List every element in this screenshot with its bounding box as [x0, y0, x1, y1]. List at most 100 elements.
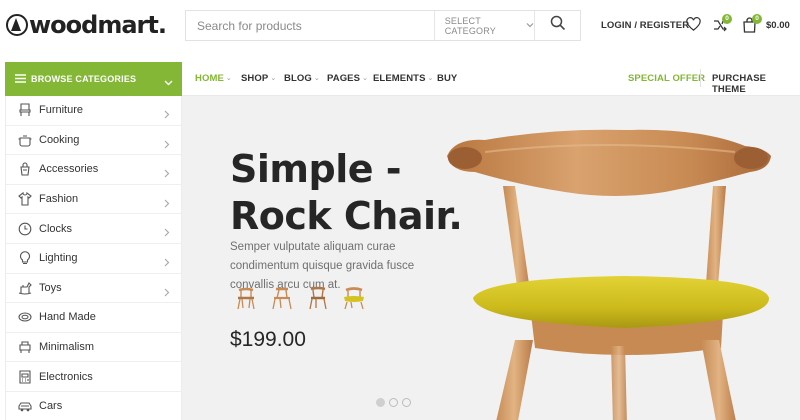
logo-tree-icon	[6, 14, 28, 36]
accessories-icon	[18, 162, 32, 177]
nav-label: BLOG	[284, 73, 312, 84]
chevron-right-icon	[163, 284, 170, 302]
nav-label: HOME	[195, 73, 224, 84]
category-label: Hand Made	[39, 311, 96, 324]
search-icon	[550, 15, 566, 36]
slide-dot-3[interactable]	[402, 398, 411, 407]
logo[interactable]: woodmart.	[6, 8, 167, 42]
chair-thumb-4[interactable]	[336, 284, 372, 312]
compare-count-badge: 0	[722, 14, 732, 24]
nav-item-pages[interactable]: PAGES ⌄	[327, 73, 368, 84]
category-label: Cooking	[39, 133, 80, 146]
nav-label: BUY	[437, 73, 458, 84]
menu-icon	[15, 70, 26, 88]
nav-label: SHOP	[241, 73, 269, 84]
category-item-furniture[interactable]: Furniture	[6, 96, 181, 126]
category-item-fashion[interactable]: Fashion	[6, 185, 181, 215]
minimalism-icon	[18, 340, 32, 354]
hero-title: Simple - Rock Chair.	[230, 146, 463, 240]
bulb-icon	[18, 251, 32, 265]
slide-dot-1[interactable]	[376, 398, 385, 407]
browse-categories-title: BROWSE CATEGORIES	[31, 74, 137, 84]
toy-horse-icon	[18, 281, 32, 295]
category-item-electronics[interactable]: Electronics	[6, 362, 181, 392]
category-item-minimalism[interactable]: Minimalism	[6, 333, 181, 363]
category-list: Furniture Cooking Accessories Fashion Cl…	[5, 96, 182, 420]
search-bar: SELECT CATEGORY	[185, 10, 581, 41]
chair-thumb-1[interactable]	[228, 284, 264, 312]
hero-title-line-2: Rock Chair.	[230, 194, 463, 238]
category-select[interactable]: SELECT CATEGORY	[433, 11, 535, 40]
caret-down-icon: ⌄	[313, 75, 320, 82]
nav-item-shop[interactable]: SHOP ⌄	[241, 73, 276, 84]
car-icon	[18, 399, 32, 413]
caret-down-icon: ⌄	[225, 75, 232, 82]
caret-down-icon: ⌄	[427, 75, 434, 82]
chevron-right-icon	[163, 254, 170, 272]
chevron-right-icon	[163, 136, 170, 154]
login-register-link[interactable]: LOGIN / REGISTER	[601, 20, 689, 31]
category-item-lighting[interactable]: Lighting	[6, 244, 181, 274]
category-label: Clocks	[39, 222, 73, 235]
category-label: Toys	[39, 281, 62, 294]
chevron-right-icon	[163, 224, 170, 242]
purchase-theme-link[interactable]: PURCHASE THEME	[712, 73, 800, 95]
handmade-icon	[18, 310, 32, 324]
nav-item-blog[interactable]: BLOG ⌄	[284, 73, 320, 84]
heart-icon	[686, 17, 701, 36]
search-button[interactable]	[534, 11, 580, 40]
nav-label: ELEMENTS	[373, 73, 426, 84]
caret-down-icon: ⌄	[270, 75, 277, 82]
category-label: Minimalism	[39, 341, 94, 354]
chair-thumb-2[interactable]	[264, 284, 300, 312]
nav-divider	[700, 69, 701, 87]
cart-button[interactable]: 0	[742, 14, 762, 38]
shirt-icon	[18, 192, 32, 206]
category-label: Cars	[39, 400, 63, 413]
chevron-right-icon	[163, 106, 170, 124]
hero-title-line-1: Simple -	[230, 147, 402, 191]
chevron-down-icon	[526, 21, 534, 31]
cart-count-badge: 0	[752, 14, 762, 24]
chevron-right-icon	[163, 195, 170, 213]
category-label: Fashion	[39, 193, 79, 206]
nav-item-buy[interactable]: BUY	[437, 73, 457, 84]
cooking-pot-icon	[18, 133, 32, 147]
slide-dot-2[interactable]	[389, 398, 398, 407]
hero-chair-image	[445, 126, 800, 420]
browse-categories-toggle[interactable]: BROWSE CATEGORIES	[5, 62, 182, 96]
electronics-icon	[18, 370, 32, 384]
category-item-accessories[interactable]: Accessories	[6, 155, 181, 185]
category-item-hand-made[interactable]: Hand Made	[6, 303, 181, 333]
cart-total[interactable]: $0.00	[766, 20, 790, 31]
category-item-cooking[interactable]: Cooking	[6, 126, 181, 156]
logo-text: woodmart.	[29, 11, 167, 39]
category-label: Lighting	[39, 252, 78, 265]
main-nav: HOME ⌄ SHOP ⌄ BLOG ⌄ PAGES ⌄ ELEMENTS ⌄ BUY S…	[182, 62, 800, 96]
compare-button[interactable]: 0	[712, 14, 732, 38]
wishlist-button[interactable]	[686, 17, 701, 37]
category-item-clocks[interactable]: Clocks	[6, 214, 181, 244]
caret-down-icon: ⌄	[362, 75, 369, 82]
chevron-right-icon	[163, 165, 170, 183]
nav-label: PAGES	[327, 73, 361, 84]
chair-thumbnails	[228, 284, 372, 312]
chevron-down-icon	[164, 74, 173, 92]
site-header: woodmart. SELECT CATEGORY LOGIN / REGIST…	[0, 0, 800, 52]
clock-icon	[18, 222, 32, 236]
search-input[interactable]	[186, 11, 434, 40]
category-label: Electronics	[39, 370, 93, 383]
special-offer-link[interactable]: SPECIAL OFFER	[628, 73, 705, 84]
category-label: Accessories	[39, 163, 99, 176]
chair-thumb-3[interactable]	[300, 284, 336, 312]
category-select-label: SELECT CATEGORY	[444, 15, 496, 36]
hero-price: $199.00	[230, 328, 306, 351]
category-item-cars[interactable]: Cars	[6, 392, 181, 420]
nav-item-elements[interactable]: ELEMENTS ⌄	[373, 73, 434, 84]
chair-icon	[18, 103, 32, 117]
category-item-toys[interactable]: Toys	[6, 274, 181, 304]
slider-pagination	[376, 398, 415, 407]
nav-item-home[interactable]: HOME ⌄	[195, 73, 232, 84]
hero-slider: Simple - Rock Chair. Semper vulputate al…	[182, 96, 800, 420]
category-label: Furniture	[39, 104, 84, 117]
